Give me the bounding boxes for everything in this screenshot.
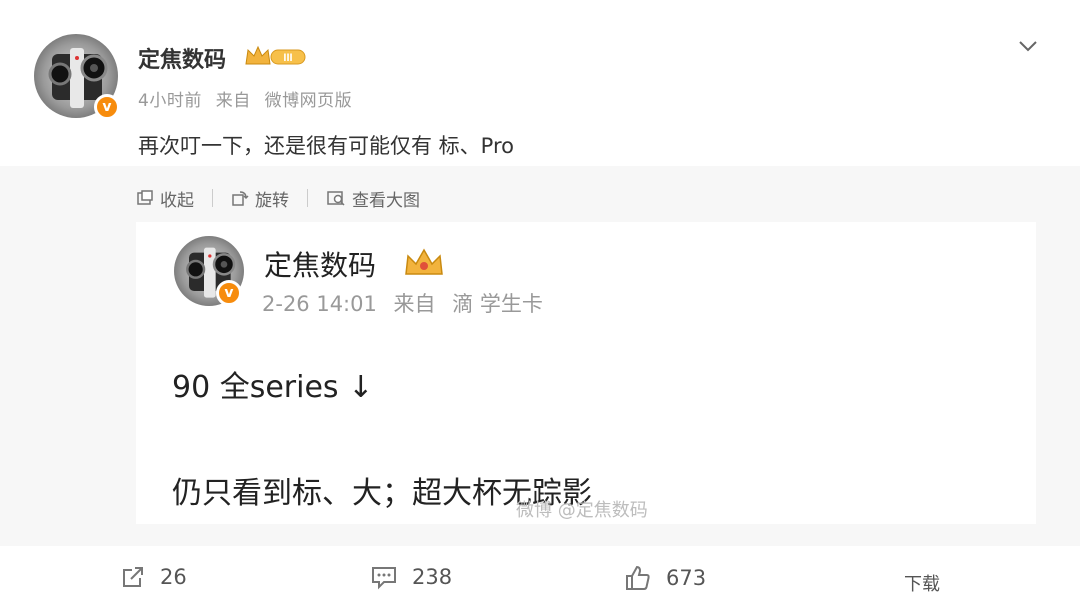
quoted-source: 滴 学生卡 (452, 292, 543, 316)
toolbar-divider (212, 189, 213, 207)
rotate-label: 旋转 (255, 190, 289, 211)
username[interactable]: 定焦数码 (138, 42, 226, 74)
post-content: 再次叮一下，还是很有可能仅有 标、Pro (138, 134, 514, 158)
quoted-text-line-1: 90 全series ↓ (172, 370, 374, 405)
toolbar-divider (307, 189, 308, 207)
repost-icon (123, 567, 143, 587)
view-large-button[interactable]: 查看大图 (326, 186, 420, 211)
like-button[interactable]: 673 (624, 564, 706, 592)
comment-button[interactable]: 238 (370, 564, 452, 590)
repost-count: 26 (160, 565, 187, 589)
collapse-label: 收起 (160, 190, 194, 211)
quoted-crown-icon (405, 248, 443, 275)
like-count: 673 (666, 566, 707, 590)
source-prefix: 来自 (215, 91, 251, 111)
rotate-button[interactable]: 旋转 (231, 186, 289, 211)
post-time[interactable]: 4小时前 (138, 91, 202, 111)
rotate-icon (232, 191, 249, 206)
post-meta: 4小时前 来自 微博网页版 (138, 86, 360, 111)
quoted-meta: 2-26 14:01 来自 滴 学生卡 (262, 288, 553, 318)
post-actions: 26 238 673 下载 (0, 556, 1080, 606)
quoted-verified-badge-icon: v (216, 280, 242, 306)
collapse-button[interactable]: 收起 (136, 186, 194, 211)
svg-text:III: III (283, 52, 292, 64)
view-large-label: 查看大图 (352, 190, 420, 211)
quoted-username: 定焦数码 (264, 249, 377, 282)
verified-badge-icon: v (94, 94, 120, 120)
thumbs-up-icon (626, 565, 650, 590)
repost-button[interactable]: 26 (120, 564, 187, 590)
chevron-down-icon[interactable] (1016, 36, 1040, 56)
image-watermark: 微博 @定焦数码 (516, 500, 648, 521)
post-source: 微博网页版 (264, 91, 353, 111)
weibo-post-card: v 定焦数码 III 4小时前 来自 微博网页版 再次叮一下，还是很有可能仅有 … (0, 0, 1080, 612)
quoted-source-prefix: 来自 (393, 292, 436, 316)
comment-count: 238 (412, 565, 453, 589)
view-large-image-icon (327, 191, 345, 206)
download-button[interactable]: 下载 (904, 570, 940, 596)
collapse-icon (137, 190, 153, 205)
comment-icon (372, 567, 396, 590)
vip-crown-icon[interactable]: III (244, 44, 308, 68)
quoted-time: 2-26 14:01 (262, 292, 377, 316)
image-toolbar: 收起 旋转 查看大图 (136, 186, 420, 211)
